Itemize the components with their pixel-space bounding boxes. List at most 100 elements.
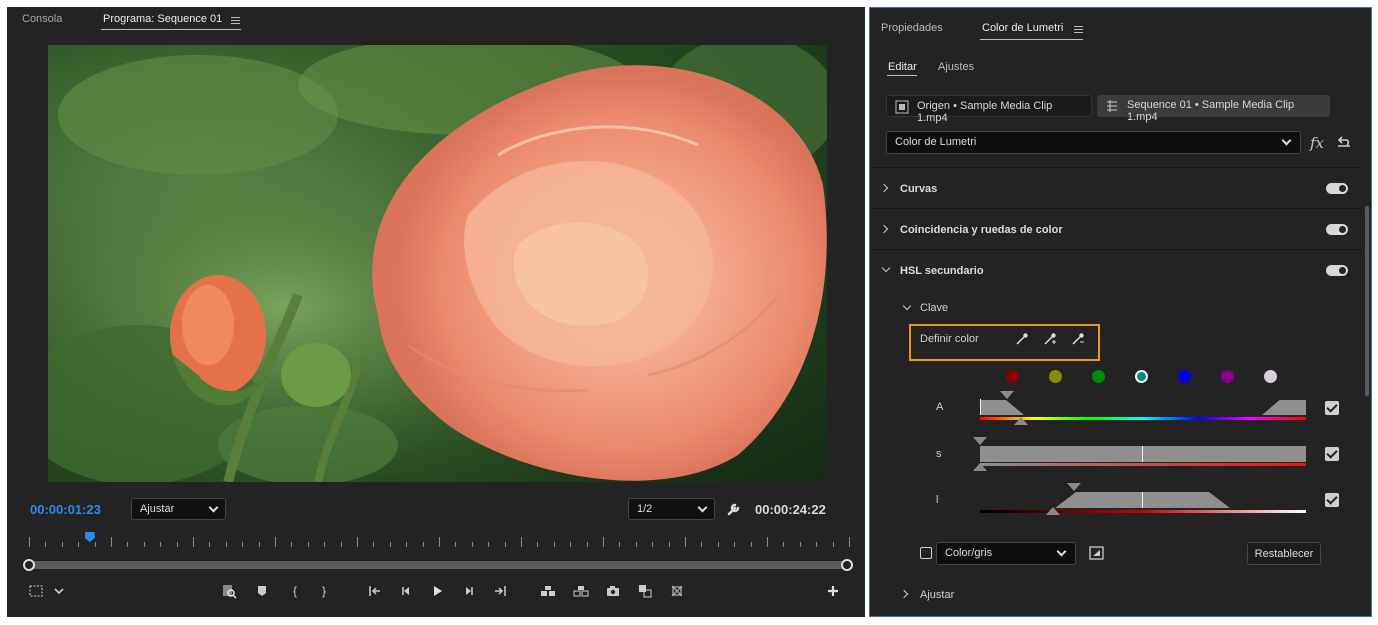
hue-slider-label: A bbox=[936, 401, 944, 413]
mark-out-icon[interactable]: } bbox=[316, 583, 332, 599]
color-swatch[interactable] bbox=[1178, 370, 1191, 383]
ruler-tick bbox=[78, 542, 79, 547]
subtab-settings[interactable]: Ajustes bbox=[938, 61, 974, 73]
fx-icon[interactable]: fx bbox=[1310, 134, 1324, 152]
ruler-tick bbox=[472, 542, 473, 547]
zoom-to-fit-icon[interactable] bbox=[221, 583, 237, 599]
ruler-tick bbox=[669, 542, 670, 547]
wrench-icon[interactable] bbox=[726, 501, 742, 517]
hue-spectrum-bar bbox=[980, 417, 1306, 420]
subtab-edit[interactable]: Editar bbox=[888, 61, 917, 73]
source-clip-chip[interactable]: Origen • Sample Media Clip 1.mp4 bbox=[886, 95, 1092, 124]
fit-dropdown[interactable]: Ajustar bbox=[131, 498, 226, 520]
ruler-tick bbox=[701, 542, 702, 547]
hsl-toggle[interactable] bbox=[1326, 265, 1348, 276]
hue-range-right[interactable] bbox=[1262, 400, 1306, 415]
key-subsection-label[interactable]: Clave bbox=[920, 302, 948, 314]
curves-toggle[interactable] bbox=[1326, 183, 1348, 194]
section-curves-label: Curvas bbox=[900, 183, 938, 195]
chevron-down-icon[interactable] bbox=[902, 301, 912, 311]
reset-effect-icon[interactable] bbox=[1336, 136, 1352, 149]
current-timecode[interactable]: 00:00:01:23 bbox=[30, 502, 101, 517]
effect-dropdown[interactable]: Color de Lumetri bbox=[886, 131, 1301, 154]
view-mode-dropdown[interactable]: Color/gris bbox=[936, 542, 1076, 565]
add-button-icon[interactable] bbox=[825, 583, 841, 599]
panel-menu-icon[interactable] bbox=[1074, 26, 1083, 33]
reset-button[interactable]: Restablecer bbox=[1247, 542, 1321, 565]
lift-icon[interactable] bbox=[540, 583, 556, 599]
play-icon[interactable] bbox=[429, 583, 445, 599]
lightness-top-handle[interactable] bbox=[1067, 483, 1081, 491]
ruler-tick bbox=[127, 542, 128, 547]
zoom-handle-right[interactable] bbox=[841, 559, 853, 571]
tab-properties[interactable]: Propiedades bbox=[881, 22, 943, 34]
active-tab-underline bbox=[980, 39, 1083, 40]
lightness-enable-checkbox[interactable] bbox=[1325, 493, 1339, 507]
eyedropper-add-icon[interactable] bbox=[1043, 332, 1057, 346]
saturation-range[interactable] bbox=[980, 446, 1306, 462]
ruler-tick bbox=[849, 537, 850, 547]
go-to-in-icon[interactable] bbox=[367, 583, 383, 599]
export-frame-icon[interactable] bbox=[605, 583, 621, 599]
safe-margins-icon[interactable] bbox=[28, 583, 44, 599]
lumetri-color-panel: Propiedades Color de Lumetri Editar Ajus… bbox=[869, 7, 1372, 617]
time-ruler[interactable] bbox=[29, 531, 850, 547]
hue-range-left[interactable] bbox=[980, 400, 1006, 415]
ruler-tick bbox=[718, 542, 719, 547]
chevron-down-icon[interactable] bbox=[51, 583, 67, 599]
invert-mask-icon[interactable] bbox=[1089, 546, 1104, 560]
color-swatch[interactable] bbox=[1049, 370, 1062, 383]
compare-view-icon[interactable] bbox=[637, 583, 653, 599]
step-back-icon[interactable] bbox=[398, 583, 414, 599]
video-preview bbox=[48, 45, 827, 482]
ruler-tick bbox=[308, 542, 309, 547]
saturation-gradient-bar bbox=[980, 463, 1306, 466]
tab-program-monitor[interactable]: Programa: Sequence 01 bbox=[103, 13, 222, 25]
section-color-wheels[interactable]: Coincidencia y ruedas de color bbox=[870, 208, 1362, 249]
eyedropper-subtract-icon[interactable] bbox=[1071, 332, 1085, 346]
extract-icon[interactable] bbox=[573, 583, 589, 599]
resolution-dropdown[interactable]: 1/2 bbox=[628, 498, 715, 520]
hue-top-handle[interactable] bbox=[1000, 391, 1014, 399]
color-swatch[interactable] bbox=[1221, 370, 1234, 383]
saturation-enable-checkbox[interactable] bbox=[1325, 447, 1339, 461]
show-mask-checkbox[interactable] bbox=[920, 547, 932, 559]
sequence-clip-chip[interactable]: Sequence 01 • Sample Media Clip 1.mp4 bbox=[1097, 95, 1330, 123]
panel-menu-icon[interactable] bbox=[231, 17, 240, 24]
mark-in-icon[interactable]: { bbox=[287, 583, 303, 599]
hue-bottom-handle[interactable] bbox=[1014, 417, 1028, 425]
color-swatch[interactable] bbox=[1092, 370, 1105, 383]
view-mode-value: Color/gris bbox=[945, 547, 993, 559]
hue-feather-left[interactable] bbox=[1006, 400, 1024, 415]
hue-enable-checkbox[interactable] bbox=[1325, 401, 1339, 415]
ruler-tick bbox=[521, 537, 522, 547]
go-to-out-icon[interactable] bbox=[492, 583, 508, 599]
tab-console[interactable]: Consola bbox=[22, 13, 62, 25]
eyedropper-icon[interactable] bbox=[1015, 332, 1029, 346]
lightness-bottom-handle[interactable] bbox=[1046, 507, 1060, 515]
ruler-tick bbox=[373, 542, 374, 547]
color-swatch[interactable] bbox=[1135, 370, 1148, 383]
color-swatch[interactable] bbox=[1006, 370, 1019, 383]
chevron-right-icon[interactable] bbox=[899, 589, 909, 599]
section-curves[interactable]: Curvas bbox=[870, 167, 1362, 208]
tab-lumetri-color[interactable]: Color de Lumetri bbox=[982, 22, 1063, 34]
refine-subsection-label[interactable]: Ajustar bbox=[920, 589, 954, 601]
chevron-down-icon bbox=[208, 502, 219, 513]
chevron-down-icon bbox=[1281, 135, 1292, 146]
toggle-proxies-icon[interactable] bbox=[669, 583, 685, 599]
zoom-handle-left[interactable] bbox=[23, 559, 35, 571]
saturation-bottom-handle[interactable] bbox=[973, 463, 987, 471]
chevron-down-icon bbox=[881, 263, 891, 273]
section-hsl-secondary[interactable]: HSL secundario bbox=[870, 249, 1362, 290]
add-marker-icon[interactable] bbox=[254, 583, 270, 599]
step-forward-icon[interactable] bbox=[461, 583, 477, 599]
panel-scrollbar[interactable] bbox=[1365, 206, 1369, 396]
ruler-tick bbox=[554, 542, 555, 547]
zoom-scrollbar[interactable] bbox=[29, 561, 847, 569]
ruler-tick bbox=[209, 542, 210, 547]
color-wheels-toggle[interactable] bbox=[1326, 224, 1348, 235]
saturation-top-handle[interactable] bbox=[973, 437, 987, 445]
color-swatch[interactable] bbox=[1264, 370, 1277, 383]
chevron-right-icon bbox=[879, 183, 889, 193]
